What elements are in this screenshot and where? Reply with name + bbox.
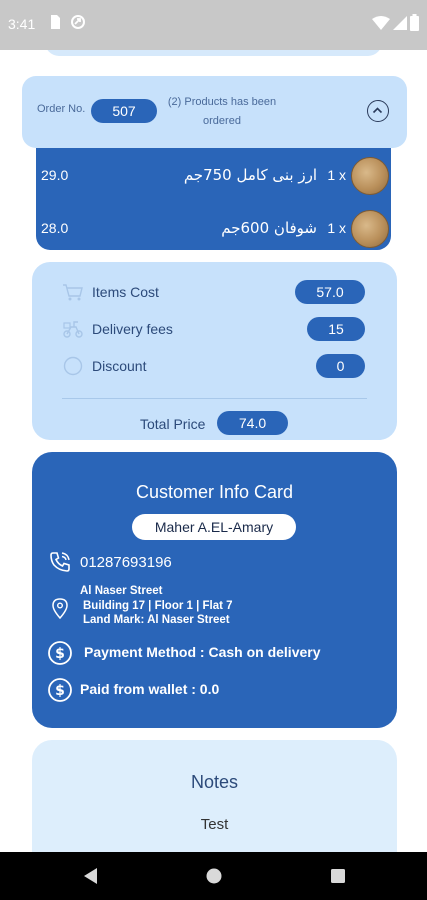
wifi-icon [372, 16, 390, 30]
data-saver-icon [71, 15, 85, 29]
location-pin-icon [52, 598, 68, 620]
sim-card-icon [51, 15, 60, 29]
items-cost-row: Items Cost 57.0 [32, 278, 397, 306]
notes-text: Test [200, 816, 229, 833]
discount-icon [63, 356, 83, 376]
products-list: 29.0 ارز بنى كامل 750جم 1 x 28.0 شوفان 6… [36, 148, 391, 250]
order-header-card: Order No. 507 (2) Products has been orde… [22, 76, 407, 148]
items-cost-label: Items Cost [92, 284, 159, 300]
dollar-icon: $ [48, 678, 72, 702]
payment-method: Payment Method : Cash on delivery [84, 644, 321, 660]
recents-icon[interactable] [329, 866, 347, 886]
delivery-scooter-icon [63, 321, 83, 338]
chevron-up-icon [372, 107, 383, 114]
product-name: شوفان 600جم [221, 219, 317, 237]
system-nav-bar [0, 852, 427, 900]
customer-address: Al Naser Street Building 17 | Floor 1 | … [80, 584, 233, 628]
customer-card-title: Customer Info Card [135, 482, 294, 502]
product-qty: 1 x [327, 220, 346, 236]
customer-name: Maher A.EL-Amary [132, 514, 296, 540]
order-details-scroll[interactable]: Order No. 507 (2) Products has been orde… [0, 50, 427, 852]
list-item: 29.0 ارز بنى كامل 750جم 1 x [36, 156, 391, 196]
back-icon[interactable] [81, 866, 99, 886]
customer-info-card: Customer Info Card Maher A.EL-Amary 0128… [32, 452, 397, 728]
address-landmark: Land Mark: Al Naser Street [83, 614, 230, 626]
delivery-fees-value: 15 [307, 317, 365, 341]
product-price: 28.0 [41, 220, 69, 236]
product-image [351, 210, 389, 248]
cart-icon [63, 284, 83, 301]
phone-icon[interactable] [48, 550, 72, 574]
delivery-fees-label: Delivery fees [92, 321, 173, 337]
product-price: 29.0 [41, 167, 69, 183]
cost-summary-card: Items Cost 57.0 Delivery fees 15 Discoun… [32, 262, 397, 440]
address-street: Al Naser Street [80, 585, 163, 597]
cellular-signal-icon [393, 16, 407, 30]
customer-phone[interactable]: 01287693196 [80, 554, 172, 571]
total-price-value: 74.0 [217, 411, 288, 435]
products-count-line1: (2) Products has been [167, 96, 277, 108]
delivery-fees-row: Delivery fees 15 [32, 315, 397, 343]
cost-divider [62, 398, 367, 399]
notes-card: Notes Test [32, 740, 397, 852]
collapse-products-button[interactable] [367, 100, 389, 122]
items-cost-value: 57.0 [295, 280, 365, 304]
product-image [351, 157, 389, 195]
battery-icon [410, 14, 419, 31]
total-price-label: Total Price [140, 416, 206, 432]
order-no-badge: 507 [91, 99, 157, 123]
notes-title: Notes [190, 772, 239, 792]
home-icon[interactable] [205, 866, 223, 886]
paid-from-wallet: Paid from wallet : 0.0 [80, 681, 220, 697]
product-name: ارز بنى كامل 750جم [183, 166, 317, 184]
discount-value: 0 [316, 354, 365, 378]
product-qty: 1 x [327, 167, 346, 183]
discount-label: Discount [92, 358, 147, 374]
order-no-label: Order No. [37, 103, 86, 115]
discount-row: Discount 0 [32, 352, 397, 380]
status-bar: 3:41 [0, 0, 427, 50]
previous-card-remnant [45, 50, 382, 56]
status-time: 3:41 [8, 16, 36, 32]
address-building: Building 17 | Floor 1 | Flat 7 [83, 599, 233, 612]
list-item: 28.0 شوفان 600جم 1 x [36, 209, 391, 249]
svg-text:$: $ [55, 646, 65, 662]
products-count-line2: ordered [203, 115, 241, 127]
dollar-icon: $ [48, 641, 72, 665]
products-count-text: (2) Products has been ordered [162, 93, 282, 131]
svg-text:$: $ [55, 683, 65, 699]
